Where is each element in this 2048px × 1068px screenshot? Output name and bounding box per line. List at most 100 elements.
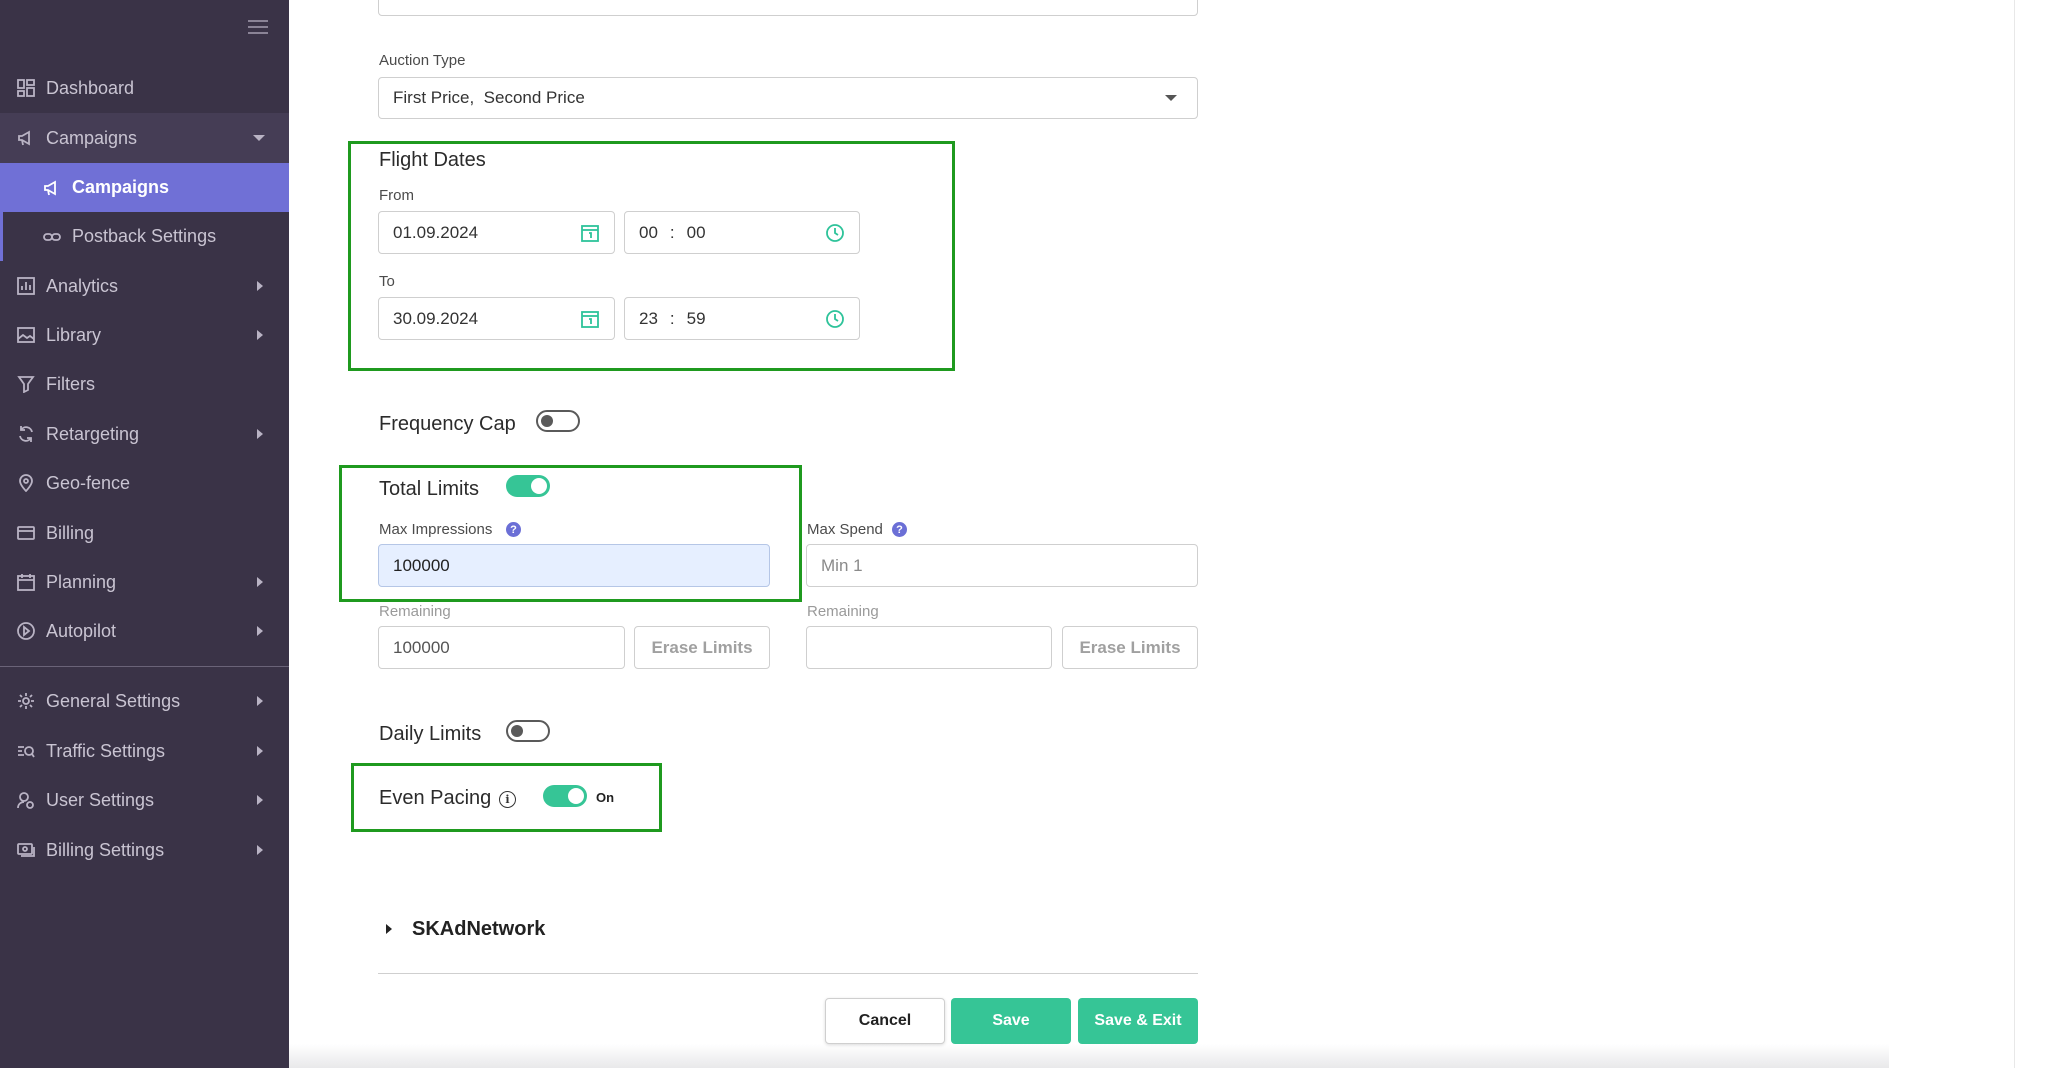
even-pacing-state: On: [596, 790, 615, 805]
to-minute: 59: [686, 308, 706, 328]
total-limits-toggle[interactable]: [506, 475, 550, 497]
sidebar-item-label: Library: [46, 324, 102, 345]
sidebar-item-campaigns[interactable]: Campaigns: [0, 113, 289, 163]
sidebar-item-billing[interactable]: Billing: [0, 509, 289, 557]
max-spend-placeholder: Min 1: [821, 555, 863, 575]
sidebar-item-label: Campaigns: [72, 177, 170, 197]
menu-toggle-icon[interactable]: [248, 20, 268, 36]
from-hour: 00: [639, 222, 658, 242]
to-date-input[interactable]: 30.09.2024: [378, 297, 615, 340]
clock-icon[interactable]: [825, 309, 845, 329]
chevron-right-icon: [257, 696, 263, 706]
divider: [378, 973, 1198, 974]
from-time-input[interactable]: 00 : 00: [624, 211, 860, 254]
sidebar-item-label: Geo-fence: [46, 472, 131, 493]
chevron-right-icon: [257, 330, 263, 340]
flight-dates-title: Flight Dates: [379, 149, 486, 171]
max-impressions-value: 100000: [393, 555, 450, 575]
bottom-shadow: [289, 1044, 1889, 1068]
sidebar-item-retargeting[interactable]: Retargeting: [0, 410, 289, 458]
user-settings-icon: [16, 790, 36, 810]
help-icon[interactable]: ?: [506, 522, 521, 537]
traffic-search-icon: [16, 741, 36, 761]
remaining-impressions-input: 100000: [378, 626, 625, 669]
even-pacing-label: Even Pacing: [379, 787, 492, 809]
from-label: From: [379, 187, 414, 204]
credit-card-icon: [16, 523, 36, 543]
help-icon[interactable]: ?: [892, 522, 907, 537]
erase-limits-impressions-button[interactable]: Erase Limits: [634, 626, 770, 669]
total-limits-label: Total Limits: [379, 478, 480, 500]
link-icon: [42, 227, 62, 247]
cancel-button[interactable]: Cancel: [825, 998, 945, 1044]
sidebar-item-library[interactable]: Library: [0, 311, 289, 359]
truncated-input[interactable]: [378, 0, 1198, 16]
to-hour: 23: [639, 308, 658, 328]
remaining-label: Remaining: [807, 603, 879, 620]
time-separator: :: [669, 308, 675, 328]
sidebar-item-user-settings[interactable]: User Settings: [0, 776, 289, 824]
chevron-right-icon: [257, 746, 263, 756]
from-minute: 00: [686, 222, 706, 242]
sidebar-item-autopilot[interactable]: Autopilot: [0, 607, 289, 655]
play-circle-icon: [16, 621, 36, 641]
sidebar-item-traffic-settings[interactable]: Traffic Settings: [0, 727, 289, 775]
save-exit-button[interactable]: Save & Exit: [1078, 998, 1198, 1044]
from-date-input[interactable]: 01.09.2024: [378, 211, 615, 254]
sidebar-item-label: Campaigns: [46, 127, 138, 148]
sidebar-item-analytics[interactable]: Analytics: [0, 262, 289, 310]
sidebar-item-billing-settings[interactable]: Billing Settings: [0, 826, 289, 874]
sidebar-item-label: Retargeting: [46, 423, 140, 444]
chevron-down-icon: [253, 135, 265, 141]
calendar-icon: [16, 572, 36, 592]
frequency-cap-label: Frequency Cap: [379, 413, 516, 435]
megaphone-icon: [16, 128, 36, 148]
sidebar-item-label: General Settings: [46, 690, 181, 711]
sidebar-item-general-settings[interactable]: General Settings: [0, 677, 289, 725]
sidebar-item-label: Postback Settings: [72, 226, 217, 246]
save-button[interactable]: Save: [951, 998, 1071, 1044]
sidebar-item-campaigns-sub[interactable]: Campaigns: [0, 163, 289, 212]
sidebar-item-label: Traffic Settings: [46, 740, 166, 761]
sidebar-item-dashboard[interactable]: Dashboard: [0, 64, 289, 112]
daily-limits-toggle[interactable]: [506, 720, 550, 742]
refresh-icon: [16, 424, 36, 444]
chevron-right-icon: [257, 577, 263, 587]
sidebar-item-postback-settings[interactable]: Postback Settings: [0, 212, 289, 261]
from-date-value: 01.09.2024: [393, 222, 479, 242]
auction-type-value: First Price, Second Price: [393, 88, 585, 107]
chevron-right-icon: [257, 429, 263, 439]
max-impressions-label: Max Impressions: [379, 521, 493, 538]
calendar-icon[interactable]: [580, 223, 600, 243]
time-separator: :: [669, 222, 675, 242]
sidebar-item-label: User Settings: [46, 789, 155, 810]
remaining-impressions-value: 100000: [393, 637, 450, 657]
calendar-icon[interactable]: [580, 309, 600, 329]
chevron-right-icon: [257, 845, 263, 855]
frequency-cap-toggle[interactable]: [536, 410, 580, 432]
sidebar-item-filters[interactable]: Filters: [0, 360, 289, 408]
max-spend-input[interactable]: Min 1: [806, 544, 1198, 587]
clock-icon[interactable]: [825, 223, 845, 243]
chevron-down-icon: [1165, 95, 1177, 101]
chevron-right-icon: [257, 626, 263, 636]
sidebar-item-planning[interactable]: Planning: [0, 558, 289, 606]
caret-right-icon[interactable]: [386, 924, 392, 934]
info-icon[interactable]: i: [499, 791, 516, 808]
sidebar-item-geo-fence[interactable]: Geo-fence: [0, 459, 289, 507]
billing-settings-icon: [16, 840, 36, 860]
to-time-input[interactable]: 23 : 59: [624, 297, 860, 340]
gear-icon: [16, 691, 36, 711]
max-impressions-input[interactable]: 100000: [378, 544, 770, 587]
skadnetwork-toggle[interactable]: SKAdNetwork: [412, 918, 545, 941]
even-pacing-toggle[interactable]: [543, 785, 587, 807]
megaphone-icon: [42, 178, 62, 198]
sidebar-divider: [0, 666, 289, 667]
sidebar-item-label: Analytics: [46, 275, 119, 296]
erase-limits-spend-button[interactable]: Erase Limits: [1062, 626, 1198, 669]
remaining-spend-input: [806, 626, 1052, 669]
chevron-right-icon: [257, 795, 263, 805]
auction-type-select[interactable]: First Price, Second Price: [378, 77, 1198, 119]
map-pin-icon: [16, 473, 36, 493]
dashboard-icon: [16, 78, 36, 98]
